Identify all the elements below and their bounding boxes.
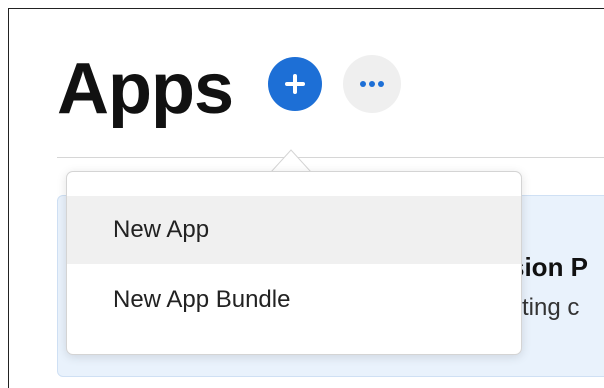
menu-item-label: New App Bundle bbox=[113, 286, 291, 313]
popover-arrow bbox=[271, 149, 311, 172]
header-divider bbox=[57, 157, 604, 158]
menu-item-new-app[interactable]: New App bbox=[67, 196, 521, 264]
menu-item-new-app-bundle[interactable]: New App Bundle bbox=[67, 266, 521, 334]
ellipsis-icon bbox=[360, 81, 384, 87]
page-title: Apps bbox=[57, 49, 234, 129]
app-window: Apps sion P sting c New App New App Bund… bbox=[8, 8, 604, 388]
plus-icon bbox=[285, 74, 305, 94]
add-app-button[interactable] bbox=[268, 57, 322, 111]
menu-item-label: New App bbox=[113, 216, 210, 243]
more-options-button[interactable] bbox=[343, 55, 401, 113]
add-menu-popover: New App New App Bundle bbox=[66, 171, 522, 355]
